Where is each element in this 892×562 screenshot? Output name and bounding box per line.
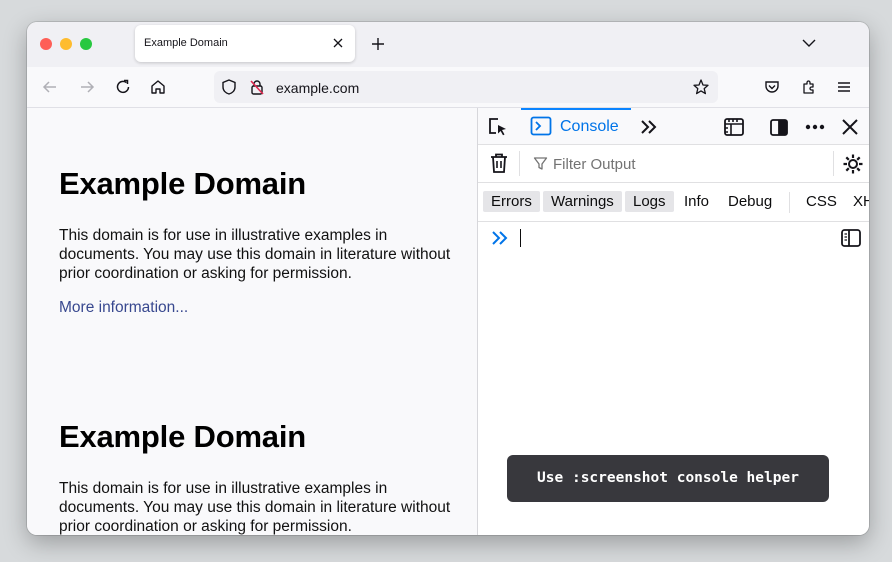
back-icon[interactable] <box>39 76 61 98</box>
reload-icon[interactable] <box>112 76 134 98</box>
tab-bar: Example Domain <box>27 22 869 67</box>
page-paragraph: This domain is for use in illustrative e… <box>59 227 451 282</box>
filter-funnel-icon <box>532 155 548 171</box>
pocket-icon[interactable] <box>761 76 783 98</box>
filter-css-button[interactable]: CSS <box>798 191 845 212</box>
element-picker-icon[interactable] <box>486 116 510 138</box>
insecure-lock-icon[interactable] <box>246 76 268 98</box>
zoom-window-button[interactable] <box>80 38 92 50</box>
close-devtools-icon[interactable] <box>838 116 862 138</box>
screenshot-toast: Use :screenshot console helper <box>507 455 829 502</box>
page-heading: Example Domain <box>59 419 307 454</box>
filter-xhr-button[interactable]: XH <box>845 191 869 212</box>
console-input[interactable] <box>478 222 869 252</box>
extensions-icon[interactable] <box>798 76 820 98</box>
page-content: Example Domain This domain is for use in… <box>27 108 477 535</box>
url-bar[interactable]: example.com <box>214 71 718 103</box>
filter-output-input[interactable]: Filter Output <box>553 156 636 173</box>
log-level-filters: Errors Warnings Logs Info Debug CSS XH <box>478 183 869 222</box>
tab-console[interactable]: Console <box>521 108 631 144</box>
url-text: example.com <box>276 80 360 96</box>
text-caret <box>520 229 521 247</box>
console-icon <box>530 116 552 136</box>
tab-example-domain[interactable]: Example Domain <box>135 25 355 62</box>
list-all-tabs-icon[interactable] <box>801 35 817 51</box>
filter-debug-button[interactable]: Debug <box>720 191 780 212</box>
page-heading: Example Domain <box>59 166 307 201</box>
filter-info-button[interactable]: Info <box>676 191 717 212</box>
levels-separator <box>789 192 790 213</box>
page-paragraph: This domain is for use in illustrative e… <box>59 480 451 535</box>
content-section-1: Example Domain This domain is for use in… <box>59 166 459 317</box>
home-icon[interactable] <box>147 76 169 98</box>
active-tab-indicator <box>521 108 631 110</box>
close-window-button[interactable] <box>40 38 52 50</box>
navigation-toolbar: example.com <box>27 67 869 108</box>
settings-separator <box>833 151 834 176</box>
console-settings-gear-icon[interactable] <box>841 152 865 176</box>
more-information-link[interactable]: More information... <box>59 299 459 317</box>
new-tab-icon[interactable] <box>369 35 387 53</box>
tracking-protection-shield-icon[interactable] <box>218 76 240 98</box>
more-options-icon[interactable] <box>803 116 827 138</box>
forward-icon[interactable] <box>76 76 98 98</box>
editor-mode-toggle-icon[interactable] <box>840 228 862 248</box>
console-tab-label: Console <box>560 118 619 135</box>
content-section-2: Example Domain This domain is for use in… <box>59 419 459 535</box>
filter-warnings-button[interactable]: Warnings <box>543 191 622 212</box>
clear-console-trash-icon[interactable] <box>488 152 510 174</box>
filter-errors-button[interactable]: Errors <box>483 191 540 212</box>
tab-title: Example Domain <box>144 37 228 49</box>
devtools-toolbar: Console <box>478 108 869 145</box>
dock-side-icon[interactable] <box>767 116 791 138</box>
more-tools-chevron-icon[interactable] <box>638 117 660 137</box>
filter-toolbar: Filter Output <box>478 145 869 183</box>
bookmark-star-icon[interactable] <box>690 76 712 98</box>
tab-close-icon[interactable] <box>329 34 347 52</box>
filter-separator <box>519 151 520 176</box>
minimize-window-button[interactable] <box>60 38 72 50</box>
rulers-icon[interactable] <box>722 116 746 138</box>
filter-logs-button[interactable]: Logs <box>625 191 674 212</box>
console-prompt-chevron-icon <box>490 229 510 247</box>
app-menu-icon[interactable] <box>833 76 855 98</box>
